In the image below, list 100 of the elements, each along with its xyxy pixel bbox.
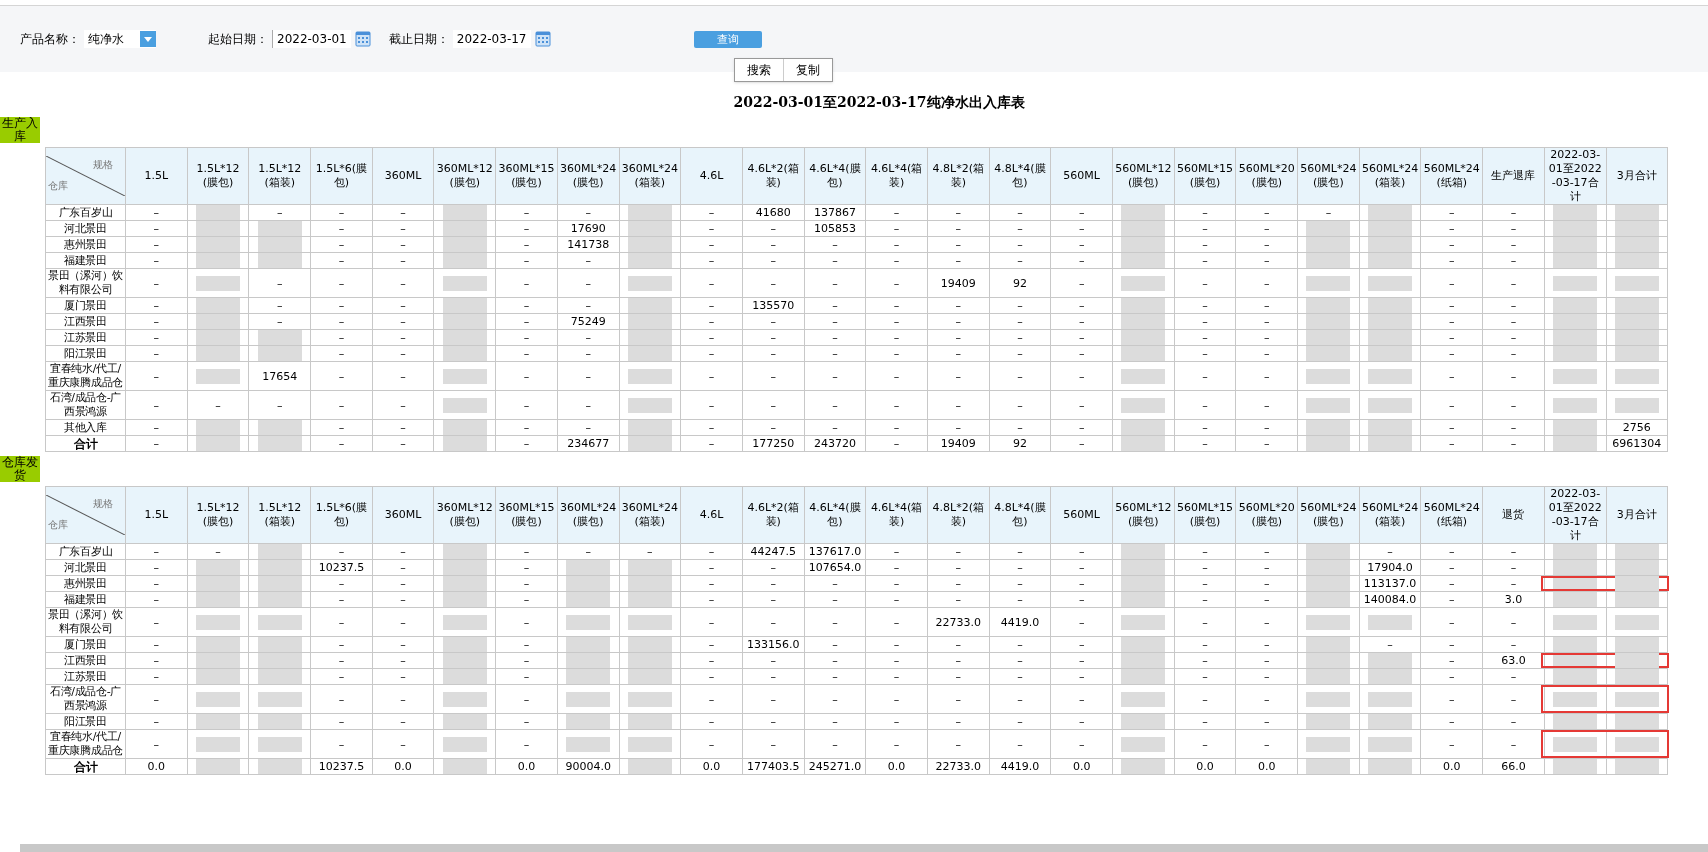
table-cell: – — [1263, 421, 1270, 434]
table-cell: – — [832, 238, 838, 251]
table-cell: 137867 — [813, 206, 856, 219]
redaction-mask — [442, 420, 487, 435]
column-header: 560ML*24(纸箱) — [1423, 162, 1480, 189]
table-cell: – — [708, 561, 715, 574]
redaction-mask — [1306, 397, 1351, 413]
table-cell: – — [1449, 331, 1455, 344]
table-cell: 113137.0 — [1363, 577, 1417, 590]
table-cell: – — [276, 206, 283, 219]
table-cell: – — [276, 299, 283, 312]
redaction-mask — [627, 614, 672, 630]
toolbar-button[interactable]: 复制 — [783, 59, 832, 81]
table-cell: – — [1202, 545, 1208, 558]
section-tag: 生产入库 — [0, 117, 40, 143]
scrollbar[interactable] — [20, 844, 1708, 852]
table-cell: – — [1017, 421, 1023, 434]
redaction-mask — [442, 592, 487, 607]
table-cell: 0.0 — [1072, 760, 1091, 773]
table-cell: – — [770, 315, 776, 328]
table-cell: – — [400, 638, 406, 651]
table-cell: – — [400, 331, 406, 344]
table-cell: – — [708, 615, 715, 629]
table-cell: – — [523, 593, 530, 606]
calendar-icon[interactable] — [354, 31, 371, 47]
table-cell: – — [1078, 276, 1085, 290]
table-cell: – — [585, 299, 591, 312]
table-cell: – — [1017, 654, 1023, 667]
table-cell: – — [153, 347, 160, 360]
product-select[interactable]: 纯净水 — [84, 30, 156, 48]
table-cell: – — [1202, 347, 1208, 360]
table-cell: – — [893, 561, 900, 574]
column-header: 4.6L*4(箱装) — [870, 162, 923, 189]
row-header: 景田（漯河）饮料有限公司 — [48, 269, 123, 296]
column-header: 360ML*15(膜包) — [498, 501, 555, 528]
table-cell: – — [1202, 692, 1208, 706]
redaction-mask — [1553, 691, 1598, 707]
redaction-mask — [1121, 253, 1166, 268]
table-cell: – — [523, 737, 530, 751]
calendar-icon[interactable] — [534, 31, 551, 47]
table-cell: 22733.0 — [935, 760, 982, 773]
redaction-mask — [1368, 253, 1413, 268]
redaction-mask — [1614, 314, 1659, 329]
table-cell: – — [1510, 276, 1517, 290]
table-cell: – — [893, 238, 900, 251]
table-cell: 135570 — [752, 299, 795, 312]
table-cell: – — [1202, 238, 1208, 251]
table-cell: – — [1078, 545, 1085, 558]
table-cell: – — [153, 670, 160, 683]
column-header: 560ML*15(膜包) — [1176, 162, 1234, 189]
table-cell: – — [955, 254, 962, 267]
redaction-mask — [627, 275, 672, 291]
table-cell: 41680 — [755, 206, 791, 219]
table-cell: – — [1202, 577, 1208, 590]
table-cell: – — [338, 254, 345, 267]
column-header: 560ML — [1063, 508, 1100, 521]
table-cell: – — [1078, 615, 1085, 629]
redaction-mask — [1306, 614, 1351, 630]
table-cell: – — [1510, 206, 1517, 219]
field-label: 截止日期： — [388, 31, 449, 48]
redaction-mask — [442, 759, 487, 774]
table-cell: 0.0 — [887, 760, 906, 773]
table-cell: 0.0 — [394, 760, 412, 773]
start-date-field[interactable]: 2022-03-01 — [272, 30, 351, 48]
column-header: 360ML*12(膜包) — [436, 501, 493, 528]
table-cell: 0.0 — [517, 760, 536, 773]
table-cell: – — [153, 615, 160, 629]
table-cell: – — [770, 615, 776, 629]
table-cell: – — [338, 331, 345, 344]
table-cell: – — [1202, 276, 1208, 290]
redaction-mask — [442, 330, 487, 345]
table-cell: – — [585, 369, 591, 383]
redaction-mask — [1306, 368, 1351, 384]
toolbar-button[interactable]: 搜索 — [735, 59, 783, 81]
table-cell: – — [400, 369, 406, 383]
table-cell: – — [1202, 654, 1208, 667]
table-cell: – — [400, 561, 406, 574]
redaction-mask — [1306, 330, 1351, 345]
table-cell: – — [708, 276, 715, 290]
table-cell: – — [708, 347, 715, 360]
end-date-field[interactable]: 2022-03-17 — [452, 30, 531, 48]
row-header: 宜春纯水/代工/重庆康腾成品仓 — [48, 362, 123, 389]
redaction-mask — [257, 736, 302, 752]
table-cell: – — [1017, 737, 1023, 751]
dropdown-button[interactable] — [140, 31, 156, 47]
redaction-mask — [1553, 253, 1598, 268]
table-cell: – — [585, 421, 591, 434]
table-cell: – — [338, 715, 345, 728]
redaction-mask — [1614, 759, 1659, 774]
row-header: 惠州景田 — [64, 237, 107, 251]
table-cell: 140084.0 — [1363, 593, 1417, 606]
table-cell: – — [1449, 222, 1455, 235]
redaction-mask — [257, 330, 302, 345]
table-cell: – — [1510, 222, 1517, 235]
table-cell: – — [708, 715, 715, 728]
row-header: 江西景田 — [64, 314, 107, 328]
table-cell: – — [1017, 347, 1023, 360]
table-cell: – — [523, 369, 530, 383]
redaction-mask — [257, 669, 302, 684]
table-cell: – — [893, 347, 900, 360]
